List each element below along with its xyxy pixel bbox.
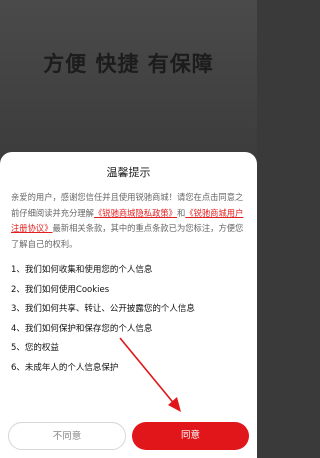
- list-item: 3、我们如何共享、转让、公开披露您的个人信息: [11, 304, 195, 314]
- privacy-policy-link[interactable]: 《锐驰商城隐私政策》: [94, 208, 177, 218]
- list-item: 6、未成年人的个人信息保护: [11, 362, 119, 373]
- dialog-title: 温馨提示: [106, 166, 151, 179]
- disagree-button[interactable]: 不同意: [8, 422, 126, 450]
- privacy-dialog: 温馨提示 亲爱的用户，感谢您信任并且使用锐驰商城！请您在点击同意之前仔细阅读并充…: [0, 152, 257, 458]
- list-item: 1、我们如何收集和使用您的个人信息: [11, 265, 153, 275]
- background-slogan: 方便 快捷 有保障: [43, 52, 214, 76]
- list-item: 2、我们如何使用Cookies: [11, 284, 110, 295]
- dialog-body[interactable]: 亲爱的用户，感谢您信任并且使用锐驰商城！请您在点击同意之前仔细阅读并充分理解《锐…: [11, 190, 247, 410]
- list-item: 5、您的权益: [11, 343, 59, 353]
- terms-list: 1、我们如何收集和使用您的个人信息 2、我们如何使用Cookies 3、我们如何…: [11, 261, 247, 378]
- dialog-intro: 亲爱的用户，感谢您信任并且使用锐驰商城！请您在点击同意之前仔细阅读并充分理解《锐…: [11, 190, 247, 252]
- list-item: 4、我们如何保护和保存您的个人信息: [11, 323, 153, 334]
- agree-button[interactable]: 同意: [132, 422, 249, 450]
